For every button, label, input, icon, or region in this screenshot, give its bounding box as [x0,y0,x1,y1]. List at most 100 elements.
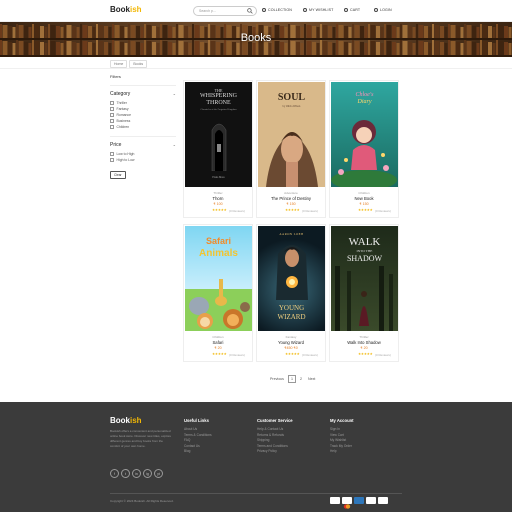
footer-logo[interactable]: Bookish [110,416,142,425]
pagination-next[interactable]: Next [306,376,317,382]
cover-text: THRONE [206,100,231,106]
checkbox[interactable] [110,101,114,105]
shelf-book-spine [252,43,256,55]
product-title[interactable]: New Book [330,196,398,201]
product-title[interactable]: Walk Into Shadow [330,340,398,345]
review-count: (0 Reviews) [375,208,391,213]
logo[interactable]: Bookish [110,5,142,14]
product-card[interactable]: Safari Animals Children Safari ₹ 20 ★★★★… [183,224,253,362]
cover-text: SHADOW [346,254,383,263]
search-icon[interactable] [247,8,253,14]
product-category: Thriller [359,335,369,339]
review-count: (0 Reviews) [229,352,245,357]
review-count: (0 Reviews) [229,208,245,213]
copyright: Copyright © 2024 Bookish. All Rights Res… [110,499,174,503]
cart-icon [344,8,348,12]
cover-text: WALK [348,236,381,248]
book-cover[interactable]: THE WHISPERING THRONE Chronicles of the … [185,82,252,187]
footer-link[interactable]: Privacy Policy [257,449,293,455]
cover-text: WHISPERING [200,93,237,99]
twitter-icon[interactable]: t [121,469,130,478]
option-label: Thriller [116,101,127,105]
youtube-icon[interactable]: yt [154,469,163,478]
product-price: ₹ 150 [286,202,296,206]
face-illustration [266,132,318,187]
nav-cart[interactable]: CART [344,8,360,12]
chevron-down-icon[interactable]: ⌄ [173,142,176,148]
nav-label: LOGIN [380,8,392,12]
footer-link[interactable]: Blog [184,449,212,455]
cover-text: WIZARD [277,313,306,321]
shelf-book-spine [444,43,448,55]
shelf-book-spine [28,43,32,55]
footer-description: Bookish offers a convenient and personal… [110,429,172,448]
option-label: High to Low [116,158,135,162]
shelf-book-spine [412,43,416,55]
shelf-book-spine [108,43,112,55]
shelf-book-spine [284,43,288,55]
book-cover[interactable]: Chloe's Diary [331,82,398,187]
breadcrumb-home[interactable]: Home [110,60,128,68]
clear-filters-button[interactable]: Clear [110,171,126,179]
product-card[interactable]: AARON LOEB YOUNG WIZARD Fantasy Young Wi… [256,224,326,362]
chevron-down-icon[interactable]: ⌄ [173,91,176,97]
throne-illustration [211,123,227,171]
product-title[interactable]: Safari [184,340,252,345]
nav-login[interactable]: LOGIN [374,8,392,12]
rating-stars: ★★★★★ [358,352,373,356]
product-title[interactable]: The Prince of Destiny [257,196,325,201]
page-1[interactable]: 1 [287,375,296,383]
breadcrumb-current: Books [129,60,148,68]
checkbox[interactable] [110,107,114,111]
price-title: Price [110,142,122,148]
product-card[interactable]: SOUL by Olivia Wilson Adventure The Prin… [256,80,326,218]
shelf-book-spine [156,43,160,55]
search-input[interactable]: Search p... [193,6,257,16]
shelf-book-spine [172,43,176,55]
page-2[interactable]: 2 [298,376,304,382]
checkbox[interactable] [110,119,114,123]
category-title: Category [110,91,131,97]
product-title[interactable]: Young Wizard [257,340,325,345]
cover-text: Chloe's [355,92,374,98]
nav-wishlist[interactable]: MY WISHLIST [303,8,333,12]
rating-stars: ★★★★★ [212,208,227,212]
footer-column-useful-links: Useful Links About Us Terms & Conditions… [184,418,212,455]
nav-label: MY WISHLIST [309,8,334,12]
checkbox[interactable] [110,125,114,129]
product-card[interactable]: Chloe's Diary Children New Book ₹ 150 ★★… [329,80,399,218]
book-cover[interactable]: AARON LOEB YOUNG WIZARD [258,226,325,331]
sort-high-low[interactable]: High to Low [110,157,176,163]
cover-text: YOUNG [278,304,305,312]
shelf-book-spine [428,43,432,55]
book-cover[interactable]: WALK INTO THE SHADOW [331,226,398,331]
product-price: ₹450 ₹0 [284,346,298,350]
book-cover[interactable]: SOUL by Olivia Wilson [258,82,325,187]
product-title[interactable]: Thorn [184,196,252,201]
linkedin-icon[interactable]: in [132,469,141,478]
footer: Bookish Bookish offers a convenient and … [0,402,512,512]
checkbox[interactable] [110,113,114,117]
product-card[interactable]: WALK INTO THE SHADOW Thriller Walk Into … [329,224,399,362]
category-filter-header[interactable]: Category ⌄ [110,91,176,97]
shelf-book-spine [220,43,224,55]
footer-link[interactable]: Help [330,449,354,455]
nav-collection[interactable]: COLLECTION [262,8,292,12]
checkbox[interactable] [110,152,114,156]
nav-label: COLLECTION [268,8,292,12]
book-cover[interactable]: Safari Animals [185,226,252,331]
price-filter-header[interactable]: Price ⌄ [110,142,176,148]
logo-accent: ish [130,416,142,425]
product-price: ₹ 20 [360,346,368,350]
filter-option-children[interactable]: Children [110,124,176,130]
checkbox[interactable] [110,158,114,162]
pagination-previous[interactable]: Previous [268,376,286,382]
logo-accent: ish [130,5,142,14]
category-filter: Category ⌄ Thriller Fantasy Romance Busin… [110,85,176,130]
product-card[interactable]: THE WHISPERING THRONE Chronicles of the … [183,80,253,218]
logo-text: Book [110,5,130,14]
shelf-book-spine [396,43,400,55]
instagram-icon[interactable]: ig [143,469,152,478]
facebook-icon[interactable]: f [110,469,119,478]
shelf-book-spine [332,43,336,55]
